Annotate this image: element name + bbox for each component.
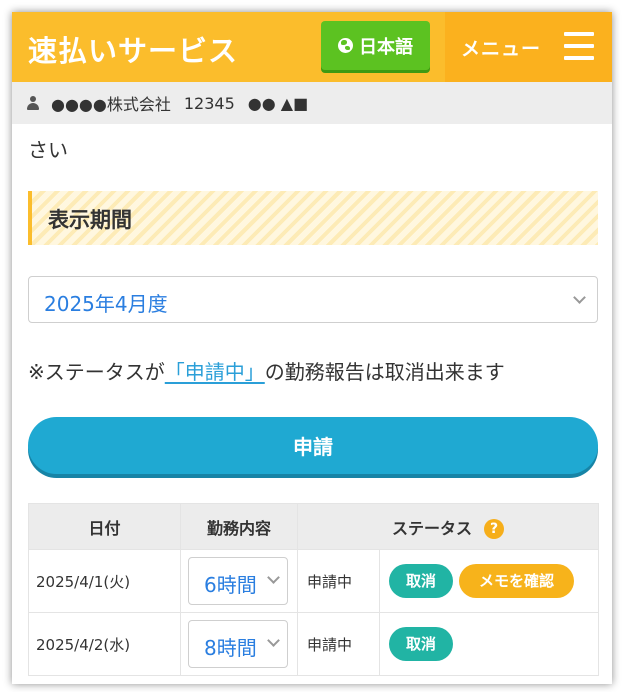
row-work-cell: 8時間 [180, 612, 298, 676]
user-icon [27, 96, 39, 110]
work-report-table-body: 2025/4/1(火) 6時間 申請中 取消 メモを確認 2025/4/2(水) … [28, 549, 599, 676]
chevron-down-icon [267, 571, 280, 584]
row-actions: 取消 [379, 612, 599, 676]
cancel-button[interactable]: 取消 [389, 564, 453, 598]
table-row: 2025/4/1(火) 6時間 申請中 取消 メモを確認 [28, 549, 599, 613]
row-status: 申請中 [297, 612, 380, 676]
section-title: 表示期間 [48, 208, 132, 232]
hours-value: 6時間 [204, 573, 257, 597]
table-row: 2025/4/2(水) 8時間 申請中 取消 [28, 612, 599, 676]
table-header-row: 日付 勤務内容 ステータス? [28, 503, 599, 551]
menu-label: メニュー [461, 38, 542, 60]
hamburger-icon [564, 32, 594, 60]
period-select[interactable]: 2025年4月度 [28, 276, 598, 323]
section-heading: 表示期間 [28, 191, 598, 245]
hours-value: 8時間 [204, 636, 257, 660]
cancel-notice: ※ステータスが「申請中」の勤務報告は取消出来ます [28, 356, 505, 385]
header-date: 日付 [28, 503, 181, 551]
row-date: 2025/4/2(水) [28, 612, 181, 676]
header-status-label: ステータス [391, 519, 472, 538]
chevron-down-icon [573, 291, 586, 304]
row-date: 2025/4/1(火) [28, 549, 181, 613]
brand-logo[interactable]: 速払いサービス [28, 28, 238, 70]
user-id: 12345 [183, 93, 235, 113]
notice-prefix: ※ステータスが [28, 360, 165, 384]
status-applying-link[interactable]: 「申請中」 [165, 360, 265, 384]
header: 速払いサービス 日本語 メニュー [12, 12, 612, 82]
period-value: 2025年4月度 [44, 292, 168, 316]
header-work: 勤務内容 [180, 503, 298, 551]
work-report-table: 日付 勤務内容 ステータス? [28, 503, 599, 551]
row-work-cell: 6時間 [180, 549, 298, 613]
chevron-down-icon [267, 634, 280, 647]
user-info-bar: ●●●●株式会社 12345 ●● ▲■ [12, 82, 612, 124]
company-name: ●●●●株式会社 [51, 95, 171, 114]
help-icon[interactable]: ? [484, 519, 504, 539]
language-button[interactable]: 日本語 [321, 21, 430, 70]
hours-select[interactable]: 6時間 [188, 557, 288, 605]
header-status: ステータス? [297, 503, 599, 551]
cancel-button[interactable]: 取消 [389, 627, 453, 661]
app-frame: 速払いサービス 日本語 メニュー ●●●●株式会社 12345 ●● ▲■ さい… [12, 12, 612, 684]
language-label: 日本語 [359, 36, 413, 58]
view-memo-button[interactable]: メモを確認 [459, 564, 574, 598]
globe-icon [338, 38, 353, 53]
truncated-text: さい [28, 138, 68, 162]
notice-suffix: の勤務報告は取消出来ます [264, 360, 505, 384]
user-name: ●● ▲■ [247, 93, 309, 113]
row-actions: 取消 メモを確認 [379, 549, 599, 613]
hours-select[interactable]: 8時間 [188, 620, 288, 668]
row-status: 申請中 [297, 549, 380, 613]
apply-button[interactable]: 申請 [28, 417, 598, 474]
menu-button[interactable]: メニュー [445, 12, 612, 82]
